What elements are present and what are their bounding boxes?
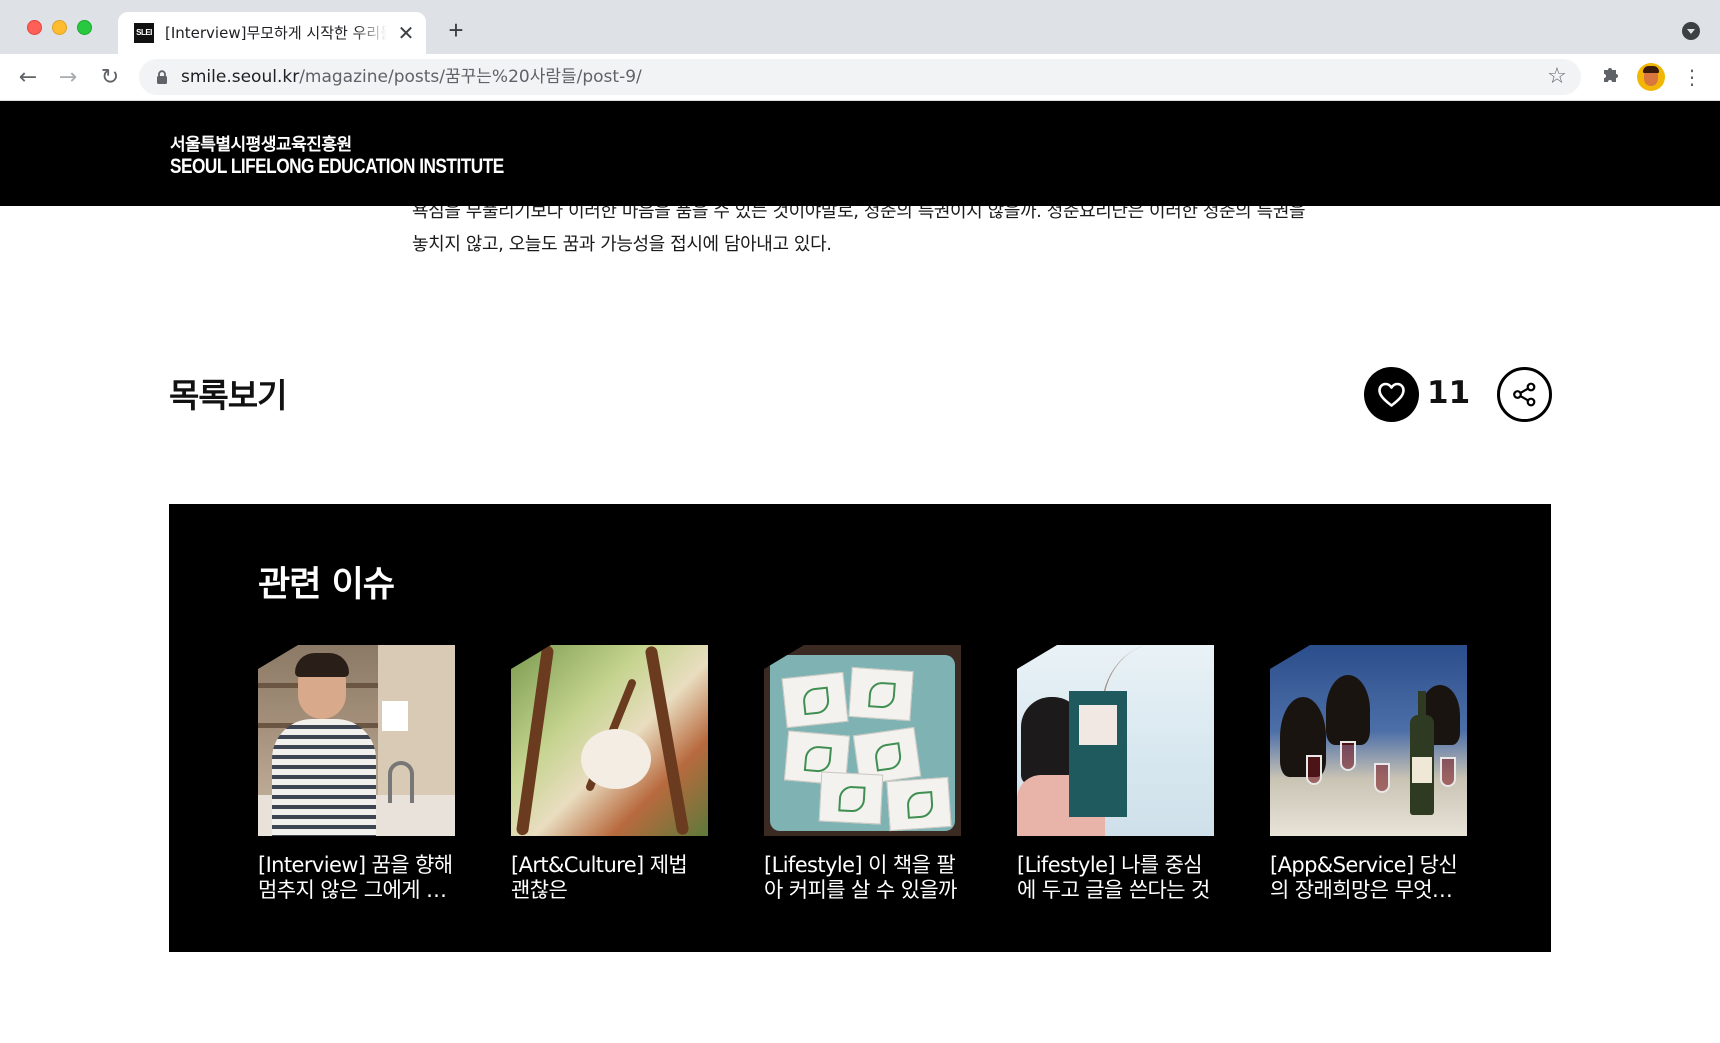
window-zoom-button[interactable]	[77, 20, 92, 35]
like-button[interactable]	[1364, 367, 1419, 422]
related-card[interactable]: [Art&Culture] 제법 괜찮은	[511, 645, 708, 903]
reload-icon[interactable]: ↻	[96, 64, 124, 92]
tab-search-icon[interactable]	[1682, 22, 1700, 40]
window-minimize-button[interactable]	[52, 20, 67, 35]
related-card[interactable]: [Lifestyle] 이 책을 팔아 커피를 살 수 있을까	[764, 645, 961, 903]
page-viewport: 서울특별시평생교육진흥원 SEOUL LIFELONG EDUCATION IN…	[0, 101, 1720, 1043]
related-card-thumbnail[interactable]	[764, 645, 961, 836]
browser-toolbar: ← → ↻ smile.seoul.kr/magazine/posts/꿈꾸는%…	[0, 54, 1720, 101]
new-tab-button[interactable]: +	[443, 17, 469, 43]
related-card[interactable]: [App&Service] 당신의 장래희망은 무엇인가요	[1270, 645, 1467, 903]
profile-avatar[interactable]	[1637, 63, 1665, 91]
related-card[interactable]: [Lifestyle] 나를 중심에 두고 글을 쓴다는 것	[1017, 645, 1214, 903]
site-logo-korean[interactable]: 서울특별시평생교육진흥원	[170, 130, 352, 155]
address-bar[interactable]: smile.seoul.kr/magazine/posts/꿈꾸는%20사람들/…	[139, 59, 1581, 95]
bookmark-star-icon[interactable]: ☆	[1544, 64, 1570, 90]
related-card-thumbnail[interactable]	[258, 645, 455, 836]
puzzle-icon	[1604, 68, 1618, 82]
related-card-title[interactable]: [Art&Culture] 제법 괜찮은	[511, 853, 708, 903]
tab-title: [Interview]무모하게 시작한 우리들의 청춘요리단	[165, 24, 387, 42]
related-card[interactable]: [Interview] 꿈을 향해 멈추지 않은 그에게 묻다	[258, 645, 455, 903]
share-icon	[1513, 382, 1536, 407]
browser-tab-active[interactable]: SLEI [Interview]무모하게 시작한 우리들의 청춘요리단 ✕	[118, 12, 426, 54]
url-host: smile.seoul.kr	[181, 67, 300, 87]
like-count: 11	[1427, 375, 1471, 411]
browser-menu-icon[interactable]: ⋮	[1680, 64, 1704, 90]
related-card-thumbnail[interactable]	[1017, 645, 1214, 836]
window-close-button[interactable]	[27, 20, 42, 35]
back-to-list-link[interactable]: 목록보기	[169, 369, 287, 417]
related-issues-section: 관련 이슈 [Interview] 꿈을 향해 멈추지 않은 그에게 묻다	[169, 504, 1551, 952]
related-card-title[interactable]: [Lifestyle] 이 책을 팔아 커피를 살 수 있을까	[764, 853, 961, 903]
url-path: /magazine/posts/꿈꾸는%20사람들/post-9/	[299, 67, 642, 87]
related-card-thumbnail[interactable]	[1270, 645, 1467, 836]
forward-arrow-icon[interactable]: →	[54, 64, 82, 92]
lock-icon	[157, 70, 167, 84]
related-card-title[interactable]: [Interview] 꿈을 향해 멈추지 않은 그에게 묻다	[258, 853, 455, 903]
site-logo-english[interactable]: SEOUL LIFELONG EDUCATION INSTITUTE	[170, 155, 504, 179]
site-header: 서울특별시평생교육진흥원 SEOUL LIFELONG EDUCATION IN…	[0, 101, 1720, 206]
related-issues-title: 관련 이슈	[258, 565, 395, 605]
tab-close-icon[interactable]: ✕	[395, 22, 417, 44]
share-button[interactable]	[1497, 367, 1552, 422]
heart-icon	[1378, 382, 1405, 407]
back-arrow-icon[interactable]: ←	[14, 64, 42, 92]
related-card-thumbnail[interactable]	[511, 645, 708, 836]
browser-title-bar: SLEI [Interview]무모하게 시작한 우리들의 청춘요리단 ✕ +	[0, 0, 1720, 54]
related-card-title[interactable]: [Lifestyle] 나를 중심에 두고 글을 쓴다는 것	[1017, 853, 1214, 903]
extensions-puzzle-icon[interactable]	[1598, 64, 1624, 90]
site-favicon-icon: SLEI	[134, 23, 154, 43]
url-text[interactable]: smile.seoul.kr/magazine/posts/꿈꾸는%20사람들/…	[181, 67, 642, 87]
related-card-title[interactable]: [App&Service] 당신의 장래희망은 무엇인가요	[1270, 853, 1467, 903]
